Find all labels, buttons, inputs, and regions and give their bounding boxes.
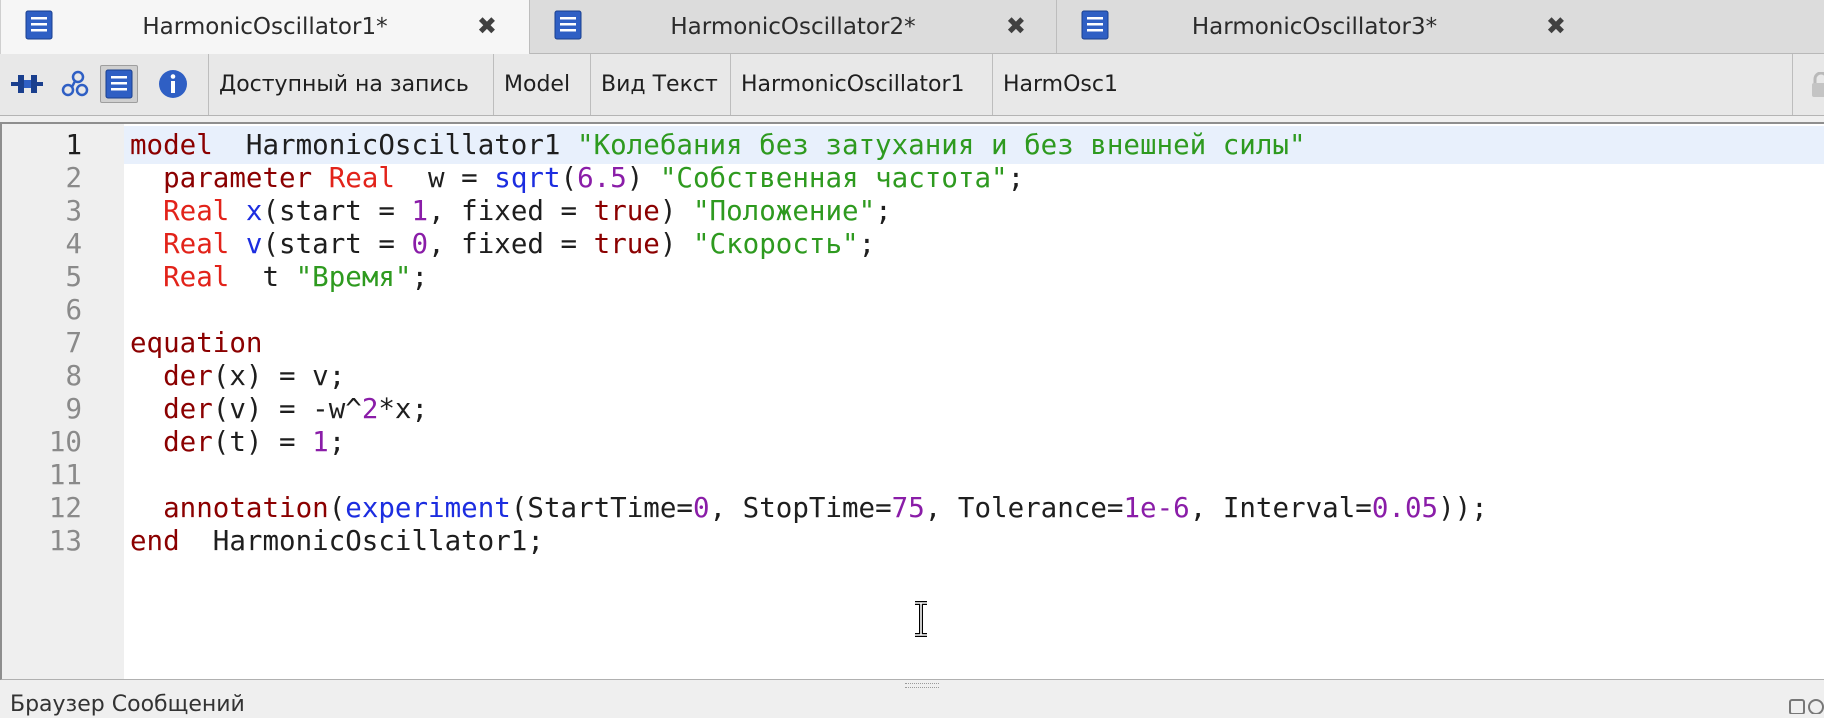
code-token: der: [163, 360, 213, 392]
code-token: 2: [361, 393, 379, 425]
code-token: ): [626, 162, 660, 194]
close-tab-icon[interactable]: ✖: [477, 12, 497, 40]
code-token: ;: [411, 261, 429, 293]
code-token: (: [560, 162, 578, 194]
code-editor[interactable]: 1 model HarmonicOscillator1 "Колебания бе…: [0, 122, 1824, 680]
code-token: (start =: [262, 195, 412, 227]
code-token: true: [593, 195, 660, 227]
code-token: "Собственная частота": [659, 162, 1008, 194]
code-token: 1: [411, 195, 429, 227]
tab-harmonic-oscillator-2[interactable]: HarmonicOscillator2* ✖: [530, 0, 1057, 53]
code-token: "Положение": [693, 195, 876, 227]
code-token: model: [130, 129, 213, 161]
code-text-area[interactable]: 1 model HarmonicOscillator1 "Колебания бе…: [2, 124, 1824, 679]
line-number: 13: [48, 525, 82, 557]
code-token: 0.05: [1371, 492, 1439, 524]
code-token: ;: [875, 195, 892, 227]
code-token: (: [328, 492, 346, 524]
file-name-field: HarmOsc1: [992, 54, 1792, 115]
splitter-handle[interactable]: [905, 683, 939, 688]
tab-label: HarmonicOscillator1*: [142, 14, 388, 40]
code-token: true: [593, 228, 660, 260]
code-token: 0: [411, 228, 429, 260]
code-token: HarmonicOscillator1: [212, 129, 578, 161]
view-mode-field: Вид Текст: [590, 54, 730, 115]
code-token: ): [659, 195, 693, 227]
code-token: v: [229, 228, 263, 260]
close-tab-icon[interactable]: ✖: [1006, 12, 1026, 40]
message-browser-title: Браузер Сообщений: [10, 692, 245, 717]
code-token: Real: [312, 162, 395, 194]
close-tab-icon[interactable]: ✖: [1546, 12, 1566, 40]
code-token: x: [229, 195, 263, 227]
code-token: , StopTime=: [709, 492, 892, 524]
code-token: 1: [312, 426, 329, 458]
code-token: "Скорость": [693, 228, 859, 260]
icon-view-icon[interactable]: [58, 67, 92, 101]
tab-label: HarmonicOscillator3*: [1191, 14, 1438, 40]
lock-field: [1792, 54, 1824, 115]
tab-harmonic-oscillator-1[interactable]: HarmonicOscillator1* ✖: [0, 0, 530, 54]
code-token: 0: [692, 492, 710, 524]
code-token: ;: [1007, 162, 1025, 194]
message-browser-controls[interactable]: [1784, 694, 1824, 715]
code-token: *x;: [378, 393, 429, 425]
code-text: end HarmonicOscillator1;: [130, 522, 544, 560]
code-token: , fixed =: [428, 195, 594, 227]
code-line[interactable]: 13 end HarmonicOscillator1;: [2, 522, 1824, 560]
code-token: t: [229, 261, 296, 293]
code-token: w =: [394, 162, 495, 194]
tab-label: HarmonicOscillator2*: [670, 14, 916, 40]
tab-harmonic-oscillator-3[interactable]: HarmonicOscillator3* ✖: [1057, 0, 1824, 53]
restriction-field: Model: [493, 54, 590, 115]
code-token: "Колебания без затухания и без внешней с…: [577, 129, 1306, 161]
code-token: der: [163, 393, 213, 425]
code-token: 75: [891, 492, 925, 524]
model-toolbar: Доступный на запись Model Вид Текст Harm…: [0, 54, 1824, 116]
text-view-icon[interactable]: [100, 65, 138, 103]
documentation-view-icon[interactable]: [156, 67, 190, 101]
code-token: (x) = v;: [212, 360, 346, 392]
code-token: , Tolerance=: [924, 492, 1124, 524]
code-token: HarmonicOscillator1;: [179, 525, 544, 557]
code-token: experiment: [345, 492, 511, 524]
code-token: (v) = -w^: [212, 393, 362, 425]
code-token: (start =: [262, 228, 412, 260]
text-cursor-icon: [913, 601, 929, 639]
code-token: 1e-6: [1123, 492, 1190, 524]
code-token: Real: [163, 261, 230, 293]
code-token: ): [659, 228, 693, 260]
document-tab-bar: HarmonicOscillator1* ✖ HarmonicOscillato…: [0, 0, 1824, 54]
code-token: annotation: [163, 492, 329, 524]
code-token: ));: [1438, 492, 1488, 524]
code-token: "Время": [295, 261, 412, 293]
code-token: 6.5: [577, 162, 627, 194]
code-token: end: [130, 525, 180, 557]
code-token: equation: [130, 327, 263, 359]
code-token: Real: [163, 228, 230, 260]
access-field: Доступный на запись: [208, 54, 493, 115]
code-token: (StartTime=: [510, 492, 693, 524]
code-token: der: [163, 426, 213, 458]
lock-icon[interactable]: [1810, 72, 1824, 98]
diagram-view-icon[interactable]: [10, 67, 44, 101]
code-token: , fixed =: [428, 228, 594, 260]
code-token: parameter: [163, 162, 313, 194]
code-token: (t) =: [212, 426, 313, 458]
code-token: , Interval=: [1189, 492, 1372, 524]
code-token: ;: [328, 426, 346, 458]
class-name-field: HarmonicOscillator1: [730, 54, 992, 115]
code-token: Real: [163, 195, 230, 227]
code-token: sqrt: [494, 162, 561, 194]
code-token: ;: [858, 228, 876, 260]
